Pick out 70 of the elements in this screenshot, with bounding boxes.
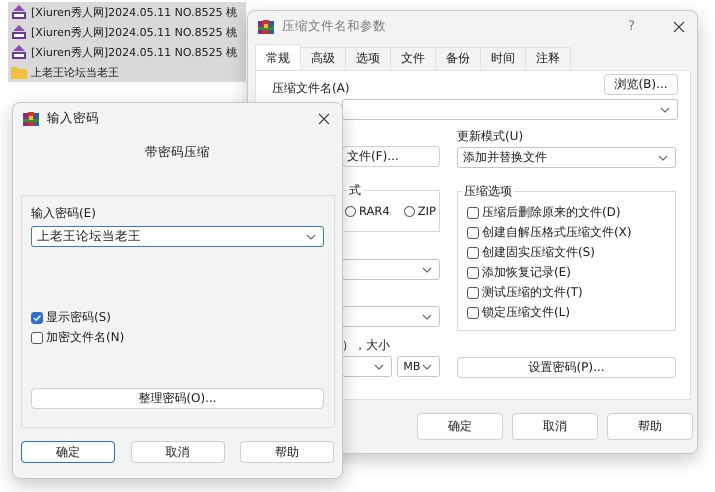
dialog-button[interactable]: 取消 (512, 413, 598, 440)
profile-button[interactable]: 文件(F)... (342, 146, 440, 167)
radio-label: RAR4 (359, 204, 390, 218)
checkbox[interactable] (467, 306, 479, 318)
archive-name-field[interactable] (342, 99, 678, 120)
radio-button[interactable]: ZIP (404, 204, 436, 218)
archive-icon (11, 24, 27, 40)
close-icon[interactable] (673, 20, 685, 32)
help-button[interactable]: ? (628, 19, 635, 34)
tab[interactable]: 注释 (525, 47, 571, 70)
chevron-down-icon (658, 155, 668, 161)
radio-label: ZIP (418, 204, 436, 218)
field-label: 输入密码(E) (31, 205, 97, 222)
checkbox-label: 锁定压缩文件(L) (482, 304, 570, 321)
field-label: ），大小 (342, 337, 391, 354)
chevron-down-icon (422, 267, 432, 273)
field-label: 压缩文件名(A) (272, 80, 350, 97)
checkbox[interactable] (467, 206, 479, 218)
radio-button[interactable]: RAR4 (345, 204, 390, 218)
radio-circle[interactable] (404, 206, 415, 216)
checkbox-label: 加密文件名(N) (46, 329, 124, 346)
dialog-button[interactable]: 确定 (417, 413, 503, 440)
field-label: 更新模式(U) (457, 128, 524, 145)
checkbox-label: 创建固实压缩文件(S) (482, 244, 595, 261)
checkbox[interactable] (31, 312, 43, 324)
password-field[interactable]: 上老王论坛当老王 (31, 226, 324, 247)
checkbox-label: 创建自解压格式压缩文件(X) (482, 224, 632, 241)
chevron-down-icon (374, 364, 384, 370)
file-name: [Xiuren秀人网]2024.05.11 NO.8525 桃 (31, 4, 238, 20)
tab[interactable]: 常规 (255, 44, 301, 70)
file-name: 上老王论坛当老王 (31, 64, 119, 80)
radio-circle[interactable] (345, 206, 356, 216)
checkbox-label: 显示密码(S) (46, 309, 111, 326)
set-password-button[interactable]: 设置密码(P)... (457, 357, 676, 378)
checkbox[interactable] (467, 246, 479, 258)
close-icon[interactable] (318, 112, 330, 124)
file-row[interactable]: [Xiuren秀人网]2024.05.11 NO.8525 桃 (8, 2, 246, 22)
books-icon (23, 110, 39, 126)
books-icon (258, 18, 274, 34)
window-title: 压缩文件名和参数 (282, 18, 387, 35)
dialog-button[interactable]: 取消 (130, 441, 224, 463)
dialog-heading: 带密码压缩 (144, 144, 211, 161)
chevron-down-icon (422, 364, 432, 370)
checkbox[interactable] (467, 266, 479, 278)
chevron-down-icon (422, 314, 432, 320)
checkbox[interactable] (31, 332, 43, 344)
file-row[interactable]: [Xiuren秀人网]2024.05.11 NO.8525 桃 (8, 22, 246, 42)
archive-icon (11, 4, 27, 20)
checkbox-label: 添加恢复记录(E) (482, 264, 571, 281)
unit-dropdown[interactable]: MB (397, 356, 440, 377)
checkbox-label: 压缩后删除原来的文件(D) (482, 204, 621, 221)
chevron-down-icon (306, 234, 316, 240)
checkbox[interactable] (467, 286, 479, 298)
dialog-button[interactable]: 帮助 (607, 413, 693, 440)
update-mode-dropdown[interactable]: 添加并替换文件 (457, 147, 676, 168)
browse-button[interactable]: 浏览(B)... (604, 74, 678, 95)
checkbox[interactable] (467, 226, 479, 238)
dialog-button[interactable]: 确定 (21, 441, 115, 463)
archive-icon (11, 44, 27, 60)
chevron-down-icon (660, 107, 670, 113)
file-row[interactable]: [Xiuren秀人网]2024.05.11 NO.8525 桃 (8, 42, 246, 62)
folder-icon (11, 65, 27, 79)
file-row[interactable]: 上老王论坛当老王 (8, 62, 246, 82)
dialog-button[interactable]: 帮助 (240, 441, 334, 463)
organize-passwords-button[interactable]: 整理密码(O)... (31, 388, 324, 409)
checkbox-label: 测试压缩的文件(T) (482, 284, 583, 301)
file-name: [Xiuren秀人网]2024.05.11 NO.8525 桃 (31, 44, 238, 60)
window-title: 输入密码 (47, 110, 100, 127)
file-name: [Xiuren秀人网]2024.05.11 NO.8525 桃 (31, 24, 238, 40)
group-label: 压缩选项 (462, 183, 514, 200)
